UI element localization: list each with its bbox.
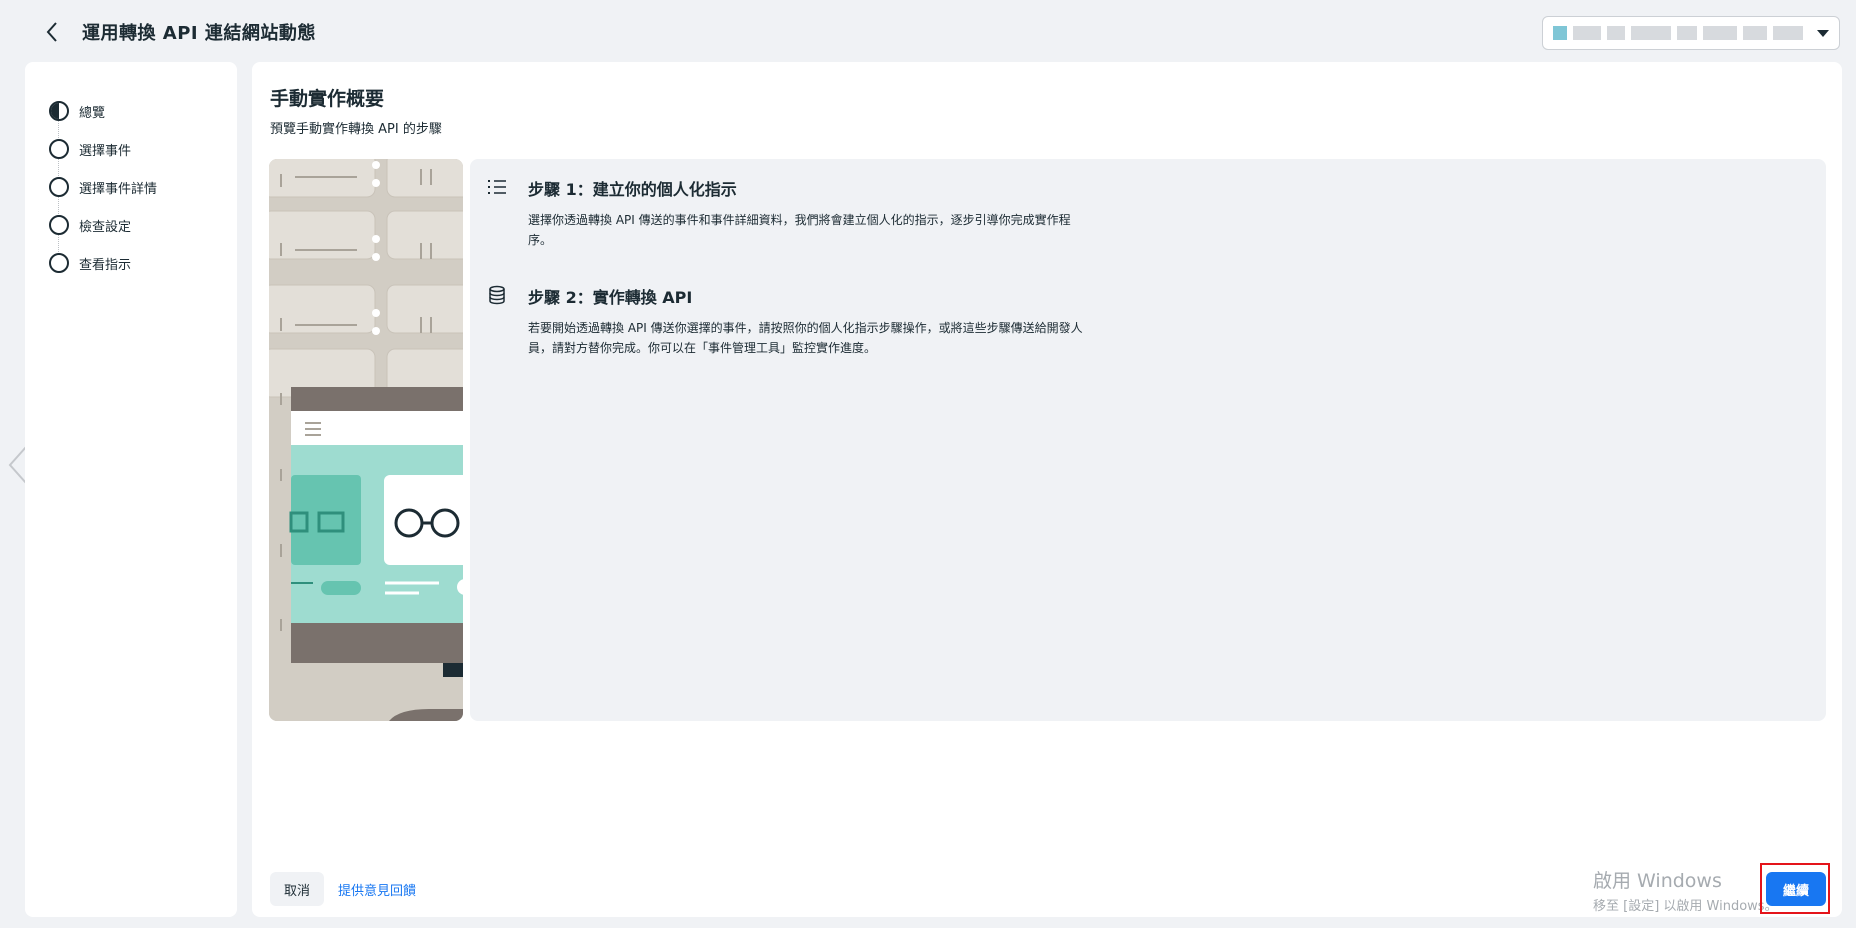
- step-title: 步驟 1：建立你的個人化指示: [528, 180, 737, 199]
- account-selector-value: [1553, 26, 1817, 40]
- feedback-link[interactable]: 提供意見回饋: [338, 872, 416, 906]
- sidebar-item-select-events[interactable]: 選擇事件: [49, 130, 237, 168]
- sidebar-item-label: 選擇事件詳情: [79, 181, 158, 197]
- circle-icon: [49, 139, 69, 159]
- chevron-down-icon: [1817, 29, 1829, 37]
- top-bar: 運用轉換 API 連結網站動態: [8, 8, 1848, 56]
- page-title: 運用轉換 API 連結網站動態: [82, 23, 316, 44]
- step-title: 步驟 2：實作轉換 API: [528, 288, 693, 307]
- section-title: 手動實作概要: [270, 88, 385, 110]
- sidebar-item-label: 總覽: [79, 105, 106, 121]
- half-circle-icon: [49, 101, 69, 121]
- sidebar-item-review-settings[interactable]: 檢查設定: [49, 206, 237, 244]
- chevron-left-icon: [46, 22, 57, 42]
- list-icon: [488, 180, 506, 194]
- step-description: 若要開始透過轉換 API 傳送你選擇的事件，請按照你的個人化指示步驟操作，或將這…: [528, 321, 1083, 355]
- sidebar-item-label: 檢查設定: [79, 219, 132, 235]
- back-button[interactable]: [38, 18, 66, 46]
- step-description: 選擇你透過轉換 API 傳送的事件和事件詳細資料，我們將會建立個人化的指示，逐步…: [528, 213, 1071, 247]
- continue-button[interactable]: 繼續: [1766, 872, 1826, 906]
- steps-panel: 步驟 1：建立你的個人化指示 選擇你透過轉換 API 傳送的事件和事件詳細資料，…: [470, 159, 1826, 721]
- account-selector[interactable]: [1542, 16, 1840, 50]
- section-subtitle: 預覽手動實作轉換 API 的步驟: [270, 122, 442, 137]
- cancel-button[interactable]: 取消: [270, 872, 325, 906]
- circle-icon: [49, 253, 69, 273]
- sidebar: 總覽 選擇事件 選擇事件詳情 檢查設定 查看指示: [25, 62, 237, 917]
- step-list: 總覽 選擇事件 選擇事件詳情 檢查設定 查看指示: [25, 62, 237, 282]
- database-icon: [489, 285, 505, 305]
- sidebar-item-label: 選擇事件: [79, 143, 132, 159]
- server-illustration: [269, 159, 463, 721]
- sidebar-item-overview[interactable]: 總覽: [49, 92, 237, 130]
- sidebar-item-event-details[interactable]: 選擇事件詳情: [49, 168, 237, 206]
- main-panel: 手動實作概要 預覽手動實作轉換 API 的步驟 步驟 1：建立你的個人化指示 選…: [252, 62, 1842, 917]
- circle-icon: [49, 177, 69, 197]
- sidebar-item-view-instructions[interactable]: 查看指示: [49, 244, 237, 282]
- circle-icon: [49, 215, 69, 235]
- sidebar-item-label: 查看指示: [79, 257, 132, 273]
